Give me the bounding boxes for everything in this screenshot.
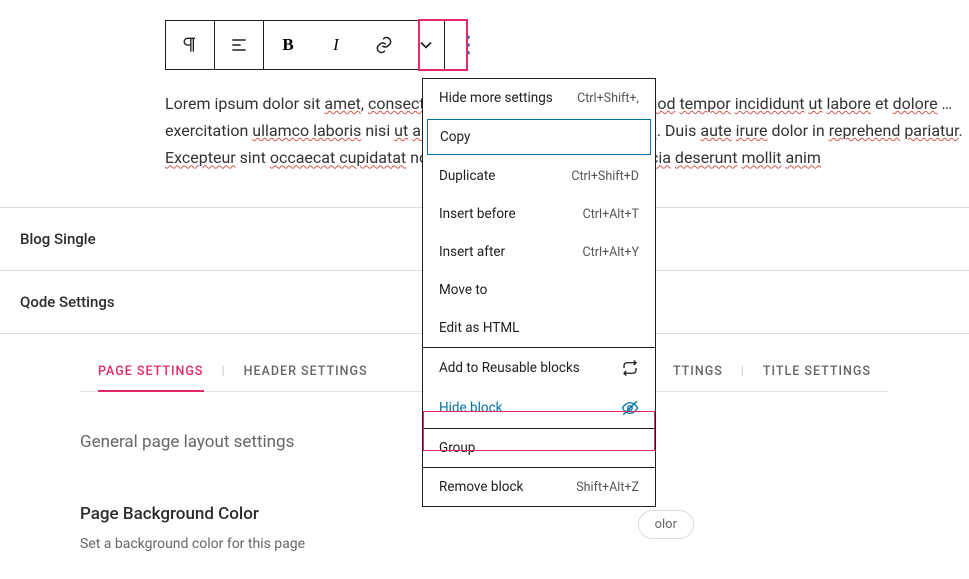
menu-label: Move to: [439, 282, 487, 298]
block-toolbar: B I: [165, 20, 467, 70]
menu-edit-html[interactable]: Edit as HTML: [423, 309, 655, 347]
menu-insert-before[interactable]: Insert before Ctrl+Alt+T: [423, 195, 655, 233]
menu-label: Duplicate: [439, 168, 495, 184]
chevron-down-icon: [416, 35, 436, 55]
more-options-button[interactable]: [445, 21, 491, 69]
more-rich-text-button[interactable]: [408, 21, 444, 69]
menu-label: Add to Reusable blocks: [439, 360, 580, 376]
color-input-partial[interactable]: olor: [638, 510, 694, 539]
menu-label: Hide block: [439, 400, 503, 416]
menu-shortcut: Ctrl+Alt+Y: [583, 245, 639, 260]
menu-group[interactable]: Group: [423, 429, 655, 467]
menu-label: Group: [439, 440, 475, 456]
toolbar-group-transform: [166, 21, 215, 69]
italic-label: I: [333, 35, 339, 55]
menu-label: Copy: [440, 129, 470, 145]
menu-shortcut: Ctrl+Shift+D: [571, 169, 639, 184]
menu-add-reusable[interactable]: Add to Reusable blocks: [423, 348, 655, 388]
align-button[interactable]: [215, 21, 263, 69]
menu-label: Remove block: [439, 479, 523, 495]
paragraph-type-button[interactable]: [166, 21, 214, 69]
more-icon: [458, 35, 478, 55]
field-bg-color-desc: Set a background color for this page: [80, 536, 889, 552]
menu-label: Insert after: [439, 244, 505, 260]
tab-title-settings[interactable]: TITLE SETTINGS: [745, 364, 889, 391]
align-icon: [229, 35, 249, 55]
link-button[interactable]: [360, 21, 408, 69]
bold-button[interactable]: B: [264, 21, 312, 69]
menu-hide-more-settings[interactable]: Hide more settings Ctrl+Shift+,: [423, 79, 655, 117]
paragraph-icon: [180, 35, 200, 55]
menu-shortcut: Ctrl+Alt+T: [583, 207, 639, 222]
link-icon: [374, 35, 394, 55]
menu-shortcut: Ctrl+Shift+,: [577, 91, 639, 106]
tab-page-settings[interactable]: PAGE SETTINGS: [80, 364, 222, 391]
eye-off-icon: [621, 399, 639, 417]
menu-remove-block[interactable]: Remove block Shift+Alt+Z: [423, 468, 655, 506]
tab-header-settings[interactable]: HEADER SETTINGS: [226, 364, 386, 391]
menu-hide-block[interactable]: Hide block: [423, 388, 655, 428]
menu-duplicate[interactable]: Duplicate Ctrl+Shift+D: [423, 157, 655, 195]
toolbar-group-inline: B I: [264, 21, 444, 69]
italic-button[interactable]: I: [312, 21, 360, 69]
refresh-icon: [621, 359, 639, 377]
menu-label: Insert before: [439, 206, 516, 222]
tab-partial-settings[interactable]: TTINGS: [655, 364, 741, 391]
menu-copy[interactable]: Copy: [427, 119, 651, 155]
bold-label: B: [282, 35, 293, 55]
block-options-dropdown: Hide more settings Ctrl+Shift+, Copy Dup…: [422, 78, 656, 507]
menu-move-to[interactable]: Move to: [423, 271, 655, 309]
menu-label: Hide more settings: [439, 90, 553, 106]
menu-shortcut: Shift+Alt+Z: [576, 480, 639, 495]
toolbar-group-more: [444, 21, 491, 69]
menu-label: Edit as HTML: [439, 320, 519, 336]
toolbar-group-align: [215, 21, 264, 69]
menu-insert-after[interactable]: Insert after Ctrl+Alt+Y: [423, 233, 655, 271]
